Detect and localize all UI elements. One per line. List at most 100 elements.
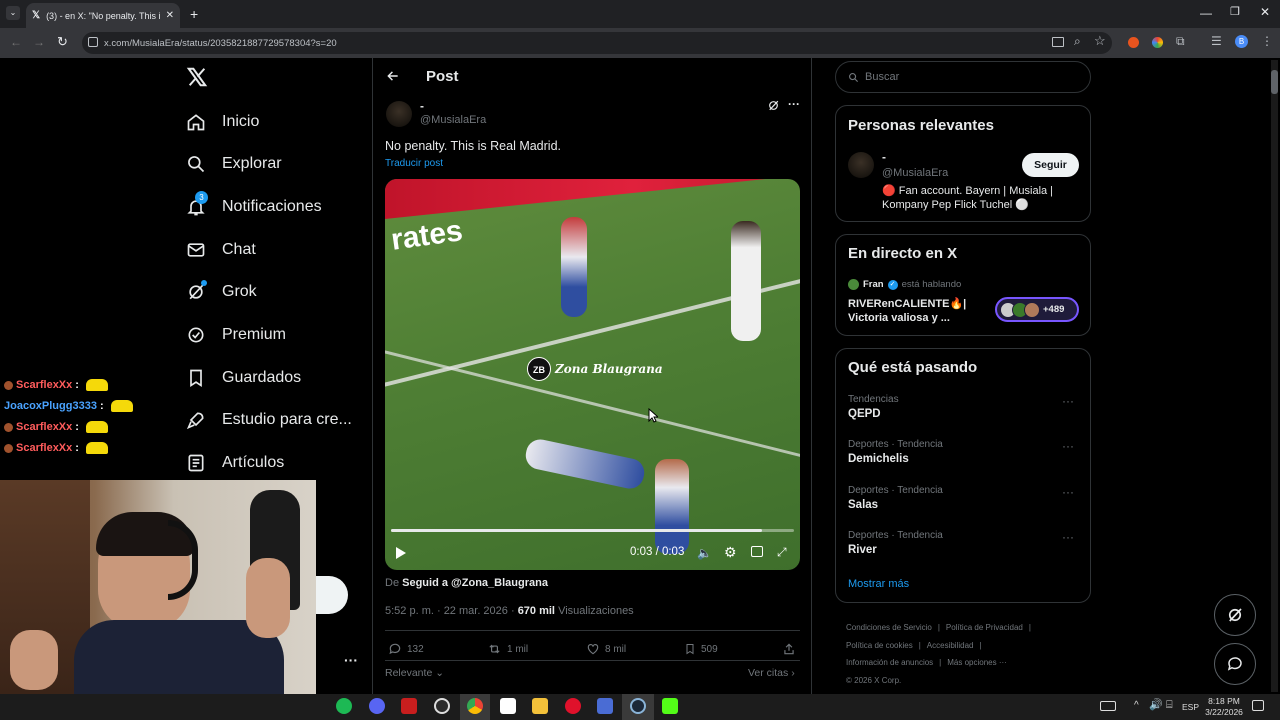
trend-item[interactable]: Deportes · Tendencia River ··· bbox=[848, 530, 1080, 556]
nav-item-chat[interactable]: Chat bbox=[186, 230, 256, 270]
obs-icon[interactable] bbox=[434, 698, 450, 714]
reading-list-icon[interactable]: ☰ bbox=[1211, 34, 1222, 48]
show-more-link[interactable]: Mostrar más bbox=[848, 578, 909, 590]
nav-item-guardados[interactable]: Guardados bbox=[186, 358, 301, 398]
play-button[interactable] bbox=[395, 546, 407, 560]
space-title[interactable]: RIVERenCALIENTE🔥| Victoria valiosa y ... bbox=[848, 297, 988, 325]
tab-list-button[interactable]: ⌄ bbox=[6, 6, 20, 20]
nav-item-articulos[interactable]: Artículos bbox=[186, 443, 284, 483]
language-indicator[interactable]: ESP bbox=[1182, 702, 1199, 712]
nav-item-estudio[interactable]: Estudio para cre... bbox=[186, 400, 352, 440]
back-arrow-icon[interactable] bbox=[386, 69, 400, 83]
footer-link[interactable]: Política de cookies bbox=[846, 641, 913, 650]
scrollbar-thumb[interactable] bbox=[1271, 70, 1278, 94]
trend-item[interactable]: Deportes · Tendencia Salas ··· bbox=[848, 485, 1080, 511]
bookmark-button[interactable]: 509 bbox=[684, 642, 718, 656]
nav-item-notificaciones[interactable]: 3 Notificaciones bbox=[186, 187, 322, 227]
minimize-icon[interactable]: — bbox=[1200, 6, 1212, 20]
messages-float-button[interactable] bbox=[1214, 643, 1256, 685]
host-name[interactable]: Fran bbox=[863, 279, 884, 290]
network-icon[interactable]: ⌸ bbox=[1166, 699, 1173, 712]
view-quotes-link[interactable]: Ver citas › bbox=[748, 667, 795, 679]
space-listeners[interactable]: +489 bbox=[995, 297, 1079, 322]
grok-float-button[interactable] bbox=[1214, 594, 1256, 636]
zoom-icon[interactable]: ⌕ bbox=[1074, 34, 1081, 49]
volume-tray-icon[interactable]: 🔊 bbox=[1149, 698, 1163, 711]
clock[interactable]: 8:18 PM 3/22/2026 bbox=[1204, 696, 1244, 718]
profile-avatar[interactable]: B bbox=[1235, 35, 1248, 48]
close-window-icon[interactable]: ✕ bbox=[1260, 5, 1270, 19]
kick-icon[interactable] bbox=[662, 698, 678, 714]
trend-more-icon[interactable]: ··· bbox=[1062, 394, 1074, 408]
settings-gear-icon[interactable]: ⚙ bbox=[724, 544, 737, 561]
steam-icon[interactable] bbox=[630, 698, 646, 714]
pip-icon[interactable] bbox=[751, 546, 763, 557]
nav-item-premium[interactable]: Premium bbox=[186, 315, 286, 355]
translate-link[interactable]: Traducir post bbox=[385, 158, 443, 169]
back-icon[interactable]: ← bbox=[10, 35, 22, 49]
notification-center-icon[interactable] bbox=[1252, 700, 1264, 711]
reload-icon[interactable]: ↻ bbox=[57, 34, 68, 50]
footer-link[interactable]: Más opciones ··· bbox=[947, 658, 1007, 667]
bookmark-star-icon[interactable]: ☆ bbox=[1094, 33, 1106, 49]
extensions-puzzle-icon[interactable]: ⧉ bbox=[1176, 34, 1185, 49]
video-progress-track[interactable] bbox=[391, 529, 794, 532]
close-tab-icon[interactable]: ✕ bbox=[166, 10, 174, 21]
new-tab-button[interactable]: + bbox=[190, 6, 198, 22]
footer-link[interactable]: Condiciones de Servicio bbox=[846, 623, 932, 632]
x-logo-icon[interactable] bbox=[186, 66, 208, 88]
footer-link[interactable]: Información de anuncios bbox=[846, 658, 933, 667]
extension-fox-icon[interactable] bbox=[1128, 37, 1139, 48]
chrome-active-icon[interactable] bbox=[467, 698, 483, 714]
share-icon[interactable] bbox=[782, 642, 796, 656]
relevant-avatar[interactable] bbox=[848, 152, 874, 178]
search-input[interactable]: Buscar bbox=[835, 61, 1091, 93]
app-red-icon[interactable] bbox=[401, 698, 417, 714]
from-source-link[interactable]: Seguid a @Zona_Blaugrana bbox=[402, 577, 548, 589]
like-button[interactable]: 8 mil bbox=[586, 642, 626, 656]
app-blue-icon[interactable] bbox=[597, 698, 613, 714]
account-more-icon[interactable]: ··· bbox=[344, 652, 358, 668]
follow-button[interactable]: Seguir bbox=[1022, 153, 1079, 177]
trend-more-icon[interactable]: ··· bbox=[1062, 530, 1074, 544]
post-more-icon[interactable]: ··· bbox=[788, 97, 800, 111]
restore-icon[interactable]: ❐ bbox=[1230, 5, 1240, 18]
browser-tab[interactable]: 𝕏 (3) - en X: "No penalty. This is R ✕ bbox=[26, 3, 180, 28]
extension-color-icon[interactable] bbox=[1152, 37, 1163, 48]
footer-link[interactable]: Accesibilidad bbox=[927, 641, 974, 650]
capcut-icon[interactable] bbox=[500, 698, 516, 714]
nav-item-explorar[interactable]: Explorar bbox=[186, 144, 282, 184]
post-timestamp[interactable]: 5:52 p. m. · 22 mar. 2026 · bbox=[385, 605, 515, 617]
trend-more-icon[interactable]: ··· bbox=[1062, 485, 1074, 499]
page-scrollbar[interactable] bbox=[1271, 60, 1278, 692]
grok-explain-icon[interactable] bbox=[767, 99, 780, 112]
trend-item[interactable]: Deportes · Tendencia Demichelis ··· bbox=[848, 439, 1080, 465]
post-button-partial[interactable] bbox=[316, 576, 348, 614]
sort-dropdown[interactable]: Relevante ⌄ bbox=[385, 667, 444, 679]
repost-button[interactable]: 1 mil bbox=[487, 642, 528, 656]
author-name[interactable]: - bbox=[420, 99, 424, 113]
opera-icon[interactable] bbox=[565, 698, 581, 714]
volume-icon[interactable]: 🔈 bbox=[697, 546, 712, 560]
trend-item[interactable]: Tendencias QEPD ··· bbox=[848, 394, 1080, 420]
tray-chevron-icon[interactable]: ^ bbox=[1134, 700, 1139, 711]
discord-icon[interactable] bbox=[369, 698, 385, 714]
site-info-icon[interactable] bbox=[88, 37, 98, 47]
author-handle[interactable]: @MusialaEra bbox=[420, 114, 486, 126]
browser-menu-icon[interactable]: ⋮ bbox=[1261, 34, 1273, 48]
spotify-icon[interactable] bbox=[336, 698, 352, 714]
video-player[interactable]: rates ZB Zona Blaugrana 0:03 / 0:03 🔈 ⚙ … bbox=[385, 179, 800, 570]
author-avatar[interactable] bbox=[386, 101, 412, 127]
relevant-name[interactable]: - bbox=[882, 150, 886, 164]
keyboard-icon[interactable] bbox=[1100, 701, 1116, 711]
reply-button[interactable]: 132 bbox=[388, 642, 424, 656]
nav-item-inicio[interactable]: Inicio bbox=[186, 102, 259, 142]
cast-icon[interactable] bbox=[1052, 37, 1064, 47]
forward-icon[interactable]: → bbox=[33, 35, 45, 49]
fullscreen-icon[interactable]: ⤢ bbox=[777, 545, 787, 560]
address-bar[interactable]: x.com/MusialaEra/status/2035821887729578… bbox=[82, 32, 1112, 54]
file-explorer-icon[interactable] bbox=[532, 698, 548, 714]
relevant-handle[interactable]: @MusialaEra bbox=[882, 167, 948, 179]
footer-link[interactable]: Política de Privacidad bbox=[946, 623, 1023, 632]
trend-more-icon[interactable]: ··· bbox=[1062, 439, 1074, 453]
